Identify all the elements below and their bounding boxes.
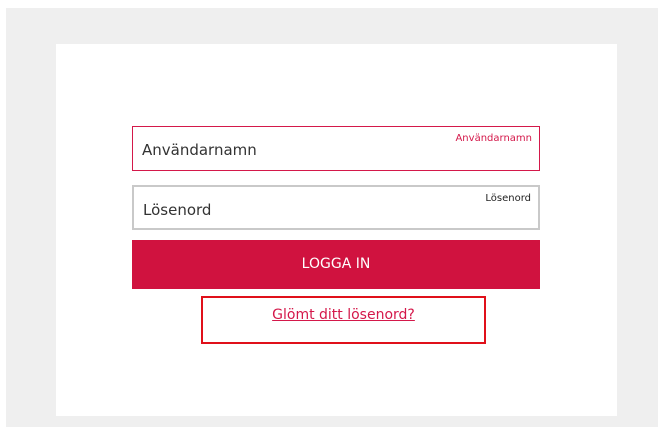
forgot-password-highlight: Glömt ditt lösenord? (201, 296, 486, 344)
login-card: Användarnamn Användarnamn Lösenord Lösen… (56, 44, 617, 416)
username-floating-label: Användarnamn (455, 133, 532, 144)
forgot-password-link[interactable]: Glömt ditt lösenord? (203, 307, 484, 323)
password-input-text: Lösenord (143, 201, 212, 219)
password-field[interactable]: Lösenord Lösenord (132, 185, 540, 230)
page-background: Användarnamn Användarnamn Lösenord Lösen… (6, 8, 658, 427)
username-field[interactable]: Användarnamn Användarnamn (132, 126, 540, 171)
login-button[interactable]: LOGGA IN (132, 240, 540, 289)
username-input-text: Användarnamn (142, 141, 257, 159)
password-floating-label: Lösenord (485, 193, 531, 204)
